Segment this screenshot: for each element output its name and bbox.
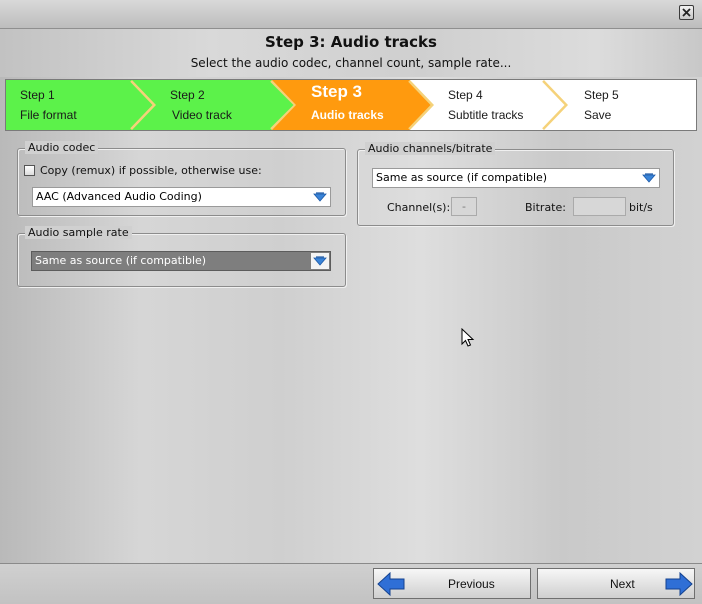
close-button[interactable] xyxy=(679,5,694,20)
step-1-number: Step 1 xyxy=(20,88,55,102)
arrow-left-icon xyxy=(377,572,405,596)
step-4-name: Subtitle tracks xyxy=(448,108,524,122)
dropdown-arrow-icon xyxy=(311,253,329,269)
arrow-right-icon xyxy=(665,572,693,596)
previous-button[interactable]: Previous xyxy=(373,568,531,599)
wizard-header: Step 3: Audio tracks Select the audio co… xyxy=(0,29,702,77)
dropdown-arrow-icon xyxy=(640,170,658,186)
step-3-number: Step 3 xyxy=(311,82,363,101)
audio-channels-group: Audio channels/bitrate Same as source (i… xyxy=(357,142,674,226)
copy-remux-checkbox[interactable] xyxy=(24,165,35,176)
next-label: Next xyxy=(610,577,635,591)
step-save[interactable]: Step 5 Save xyxy=(544,80,696,130)
channels-input[interactable]: - xyxy=(451,197,477,216)
audio-channels-title: Audio channels/bitrate xyxy=(365,142,496,155)
step-2-name: Video track xyxy=(172,108,232,122)
dropdown-arrow-icon xyxy=(311,189,329,205)
step-5-number: Step 5 xyxy=(584,88,619,102)
bitrate-input[interactable] xyxy=(573,197,626,216)
bitrate-unit: bit/s xyxy=(629,201,653,214)
channels-label: Channel(s): xyxy=(387,201,451,214)
mouse-cursor-icon xyxy=(461,328,475,347)
step-4-number: Step 4 xyxy=(448,88,483,102)
window-titlebar xyxy=(0,0,702,29)
step-3-name: Audio tracks xyxy=(311,108,384,122)
step-5-name: Save xyxy=(584,108,612,122)
audio-channels-select[interactable]: Same as source (if compatible) xyxy=(372,168,660,188)
wizard-steps: Step 1 File format Step 2 Video track St… xyxy=(5,79,697,131)
audio-sample-rate-title: Audio sample rate xyxy=(25,226,132,239)
page-title: Step 3: Audio tracks xyxy=(265,33,437,51)
page-subtitle: Select the audio codec, channel count, s… xyxy=(190,56,512,70)
step-2-number: Step 2 xyxy=(170,88,205,102)
close-icon xyxy=(682,8,691,17)
audio-codec-value: AAC (Advanced Audio Coding) xyxy=(36,190,202,203)
copy-remux-label: Copy (remux) if possible, otherwise use: xyxy=(40,164,262,177)
audio-codec-select[interactable]: AAC (Advanced Audio Coding) xyxy=(32,187,331,207)
audio-sample-rate-group: Audio sample rate Same as source (if com… xyxy=(17,226,346,287)
audio-codec-title: Audio codec xyxy=(25,141,99,154)
previous-label: Previous xyxy=(448,577,495,591)
audio-sample-rate-select[interactable]: Same as source (if compatible) xyxy=(31,251,331,271)
step-1-name: File format xyxy=(20,108,77,122)
audio-sample-rate-value: Same as source (if compatible) xyxy=(35,254,207,267)
next-button[interactable]: Next xyxy=(537,568,695,599)
bitrate-label: Bitrate: xyxy=(525,201,566,214)
audio-channels-value: Same as source (if compatible) xyxy=(376,171,548,184)
audio-codec-group: Audio codec Copy (remux) if possible, ot… xyxy=(17,141,346,216)
